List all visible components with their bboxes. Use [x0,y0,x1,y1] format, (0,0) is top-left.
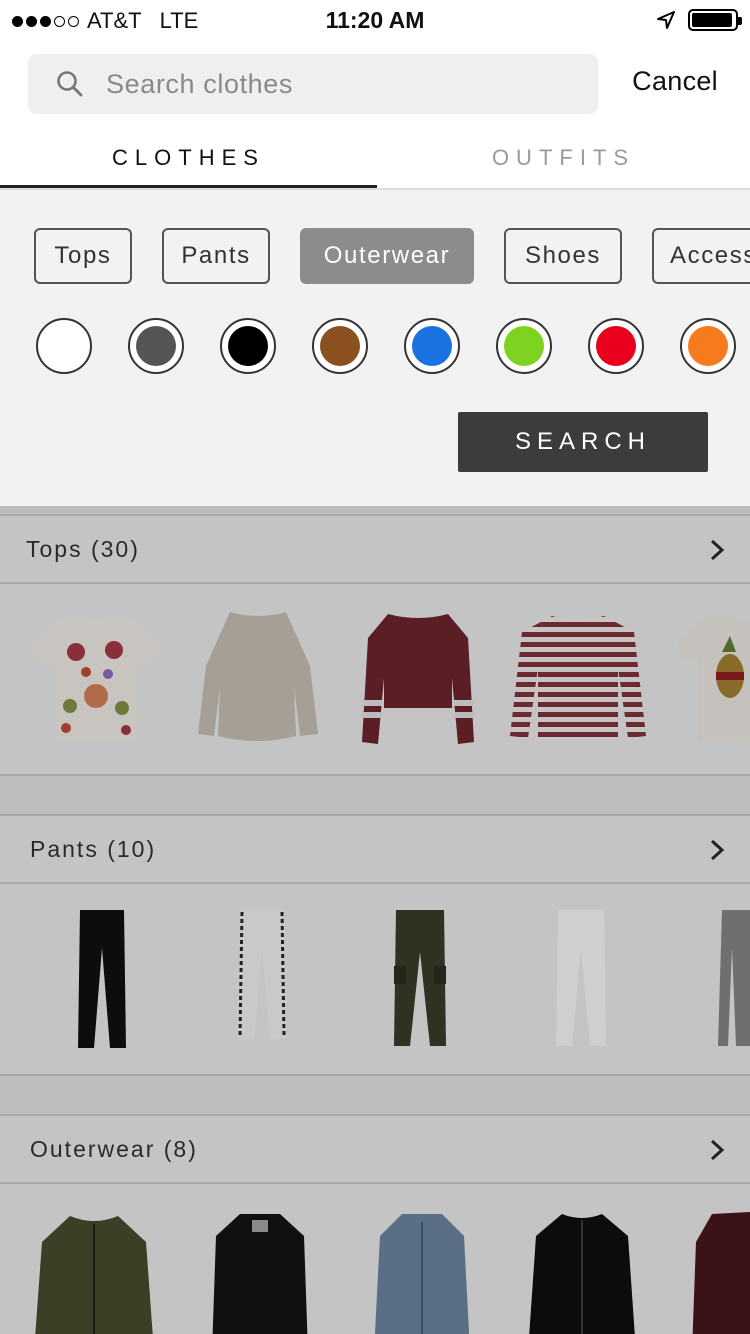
swatch-fill [412,326,452,366]
filter-panel: Tops Pants Outerwear Shoes Accessories S… [0,190,750,506]
burgundy-blazer-thumbnail[interactable] [688,1212,750,1334]
category-chip-tops[interactable]: Tops [34,228,132,284]
swatch-fill [228,326,268,366]
pineapple-tshirt-thumbnail[interactable] [678,612,750,744]
black-trousers-thumbnail[interactable] [76,908,128,1050]
swatch-fill [136,326,176,366]
section-tops: Tops (30) [0,514,750,776]
section-title: Outerwear (8) [30,1136,198,1162]
cancel-button[interactable]: Cancel [632,66,718,97]
striped-top-thumbnail[interactable] [508,612,648,744]
white-slim-pants-thumbnail[interactable] [554,908,608,1050]
olive-bomber-jacket-thumbnail[interactable] [32,1212,156,1334]
item-row [0,1184,750,1334]
search-button[interactable]: SEARCH [458,412,708,472]
knit-sweater-thumbnail[interactable] [196,606,320,748]
section-header-pants[interactable]: Pants (10) [0,816,750,884]
black-bomber-jacket-thumbnail[interactable] [526,1212,638,1334]
chevron-right-icon [710,1139,725,1161]
section-title: Pants (10) [30,836,157,862]
status-right [656,9,742,31]
tab-outfits[interactable]: OUTFITS [377,128,750,188]
swatch-fill [596,326,636,366]
search-bar[interactable] [28,54,598,114]
burgundy-sweatshirt-thumbnail[interactable] [360,608,476,748]
section-title: Tops (30) [26,536,140,562]
color-swatch-black[interactable] [220,318,276,374]
swatch-fill [504,326,544,366]
swatch-fill [44,326,84,366]
status-time: 11:20 AM [325,7,425,33]
color-swatch-brown[interactable] [312,318,368,374]
category-chip-accessories[interactable]: Accessories [652,228,750,284]
clothes-list-dimmed: Tops (30) Pants (10) Outerwear (8) [0,506,750,1334]
olive-cargo-pants-thumbnail[interactable] [390,908,450,1050]
white-track-pants-thumbnail[interactable] [236,908,288,1050]
search-input[interactable] [106,68,546,100]
color-swatch-orange[interactable] [680,318,736,374]
color-swatch-white[interactable] [36,318,92,374]
battery-icon [688,9,742,31]
category-chip-shoes[interactable]: Shoes [504,228,622,284]
denim-jacket-thumbnail[interactable] [372,1212,472,1334]
section-header-tops[interactable]: Tops (30) [0,516,750,584]
swatch-fill [320,326,360,366]
item-row [0,884,750,1074]
location-arrow-icon [657,11,675,29]
section-pants: Pants (10) [0,814,750,1076]
gray-trousers-thumbnail[interactable] [716,908,750,1050]
color-swatch-red[interactable] [588,318,644,374]
category-chip-pants[interactable]: Pants [162,228,270,284]
section-outerwear: Outerwear (8) [0,1114,750,1334]
status-bar: AT&T LTE 11:20 AM [0,0,750,40]
item-row [0,584,750,774]
color-swatch-dark-gray[interactable] [128,318,184,374]
color-swatch-blue[interactable] [404,318,460,374]
search-icon [57,71,83,97]
chevron-right-icon [710,839,725,861]
chevron-right-icon [710,539,725,561]
swatch-fill [688,326,728,366]
section-header-outerwear[interactable]: Outerwear (8) [0,1116,750,1184]
black-leather-jacket-thumbnail[interactable] [210,1212,310,1334]
floral-tshirt-thumbnail[interactable] [26,612,166,744]
color-swatch-green[interactable] [496,318,552,374]
category-chip-outerwear[interactable]: Outerwear [300,228,474,284]
segment-tabs: CLOTHES OUTFITS [0,128,750,190]
tab-clothes[interactable]: CLOTHES [0,128,377,188]
